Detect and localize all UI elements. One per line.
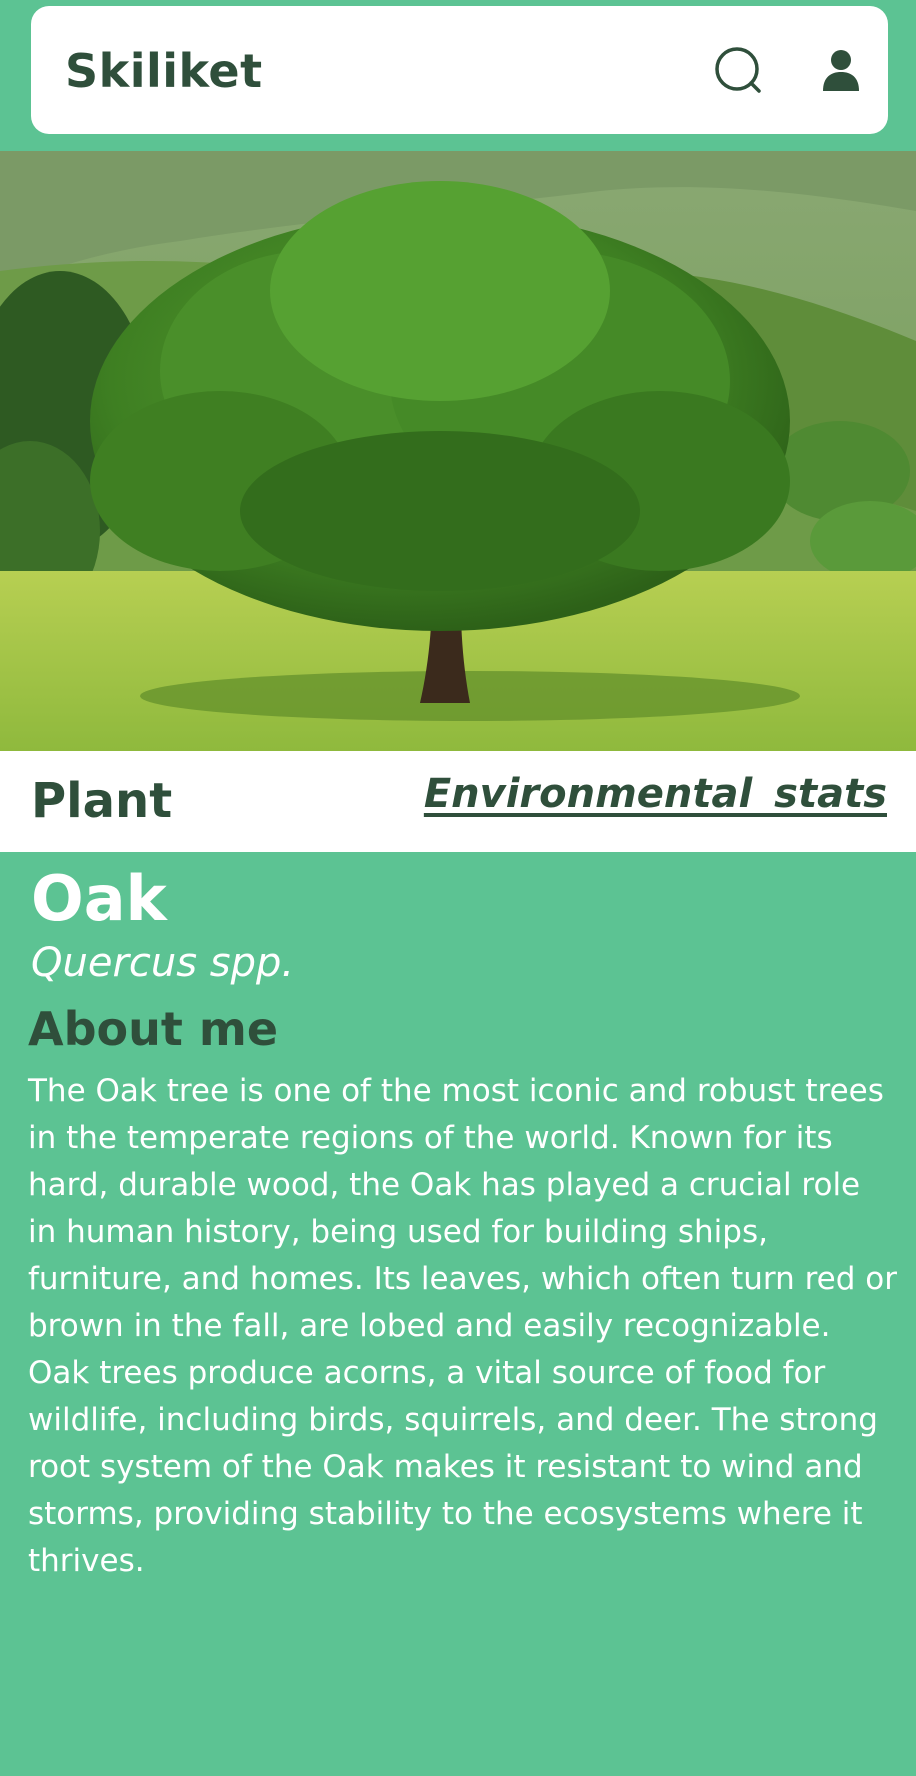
about-heading: About me	[28, 1002, 279, 1056]
oak-tree-illustration	[0, 151, 916, 751]
category-label: Plant	[31, 773, 173, 829]
search-icon	[715, 47, 761, 93]
user-icon	[823, 50, 859, 91]
app-title: Skiliket	[65, 44, 263, 98]
about-description: The Oak tree is one of the most iconic a…	[28, 1073, 897, 1579]
header-card: Skiliket	[31, 6, 888, 134]
category-bar: Plant Environmental stats	[0, 751, 916, 852]
scientific-name: Quercus spp.	[31, 940, 295, 986]
top-bar: Skiliket	[0, 0, 916, 151]
search-button[interactable]	[704, 36, 774, 106]
plant-name: Oak	[31, 862, 167, 935]
hero-image	[0, 151, 916, 751]
environmental-stats-link[interactable]: Environmental stats	[424, 771, 887, 817]
profile-button[interactable]	[806, 36, 876, 106]
